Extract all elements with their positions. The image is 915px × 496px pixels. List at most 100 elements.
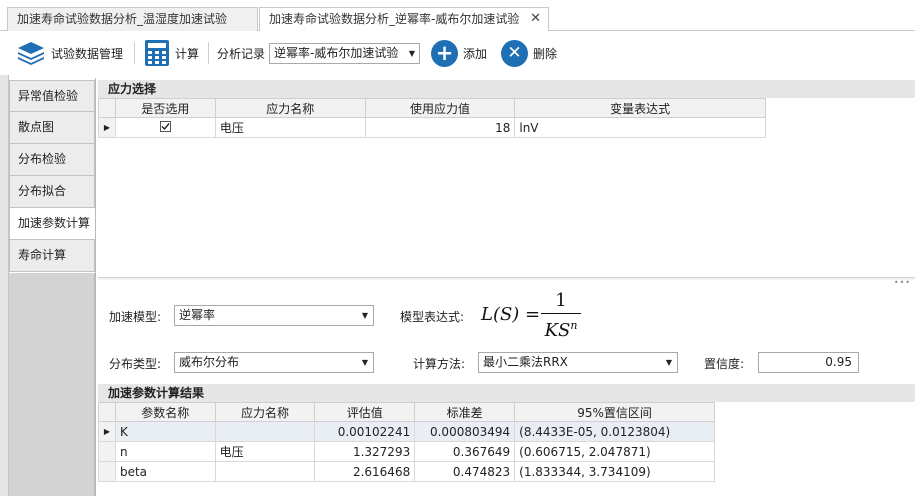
stress-name-cell[interactable]: 电压: [214, 117, 366, 138]
method-label: 计算方法:: [413, 357, 466, 371]
std-cell[interactable]: 0.000803494: [414, 421, 516, 442]
formula-denominator: KSn: [541, 315, 581, 342]
chevron-down-icon: ▼: [361, 358, 368, 367]
model-formula: L(S) = 1 KSn: [481, 290, 591, 341]
param-name-cell[interactable]: beta: [114, 461, 216, 482]
nav-empty-area: [9, 273, 95, 496]
column-header[interactable]: 评估值: [314, 402, 416, 422]
ci-cell[interactable]: (0.606715, 2.047871): [514, 441, 715, 462]
formula-lhs: L(S) =: [481, 304, 541, 325]
table-row[interactable]: ▶ 电压 18 lnV: [98, 117, 766, 138]
fraction-bar: [541, 313, 581, 314]
row-indicator-icon: ▶: [98, 421, 116, 442]
nav-item-life-calculation[interactable]: 寿命计算: [9, 240, 95, 272]
column-header[interactable]: 95%置信区间: [514, 402, 715, 422]
calculate-button[interactable]: 计算: [144, 31, 199, 75]
tab-label: 加速寿命试验数据分析_逆幂率-威布尔加速试验: [269, 12, 520, 26]
method-value: 最小二乘法RRX: [483, 355, 568, 369]
nav-item-distribution-test[interactable]: 分布检验: [9, 144, 95, 176]
formula-numerator: 1: [555, 290, 567, 311]
column-header[interactable]: 变量表达式: [514, 98, 766, 118]
confidence-label: 置信度:: [704, 357, 745, 371]
manage-data-button[interactable]: 试验数据管理: [16, 31, 123, 75]
ci-cell[interactable]: (8.4433E-05, 0.0123804): [514, 421, 715, 442]
tab-inverse-power-test[interactable]: 加速寿命试验数据分析_逆幂率-威布尔加速试验 ✕: [259, 7, 549, 32]
row-indicator-header: [98, 402, 116, 422]
expression-label: 模型表达式:: [400, 310, 465, 324]
model-label: 加速模型:: [109, 310, 162, 324]
column-header[interactable]: 应力名称: [214, 98, 366, 118]
std-cell[interactable]: 0.474823: [414, 461, 516, 482]
table-row[interactable]: ▶ K 0.00102241 0.000803494 (8.4433E-05, …: [98, 421, 715, 442]
row-indicator: [98, 441, 116, 462]
row-indicator-header: [98, 98, 116, 118]
column-header[interactable]: 标准差: [414, 402, 516, 422]
stress-name-cell[interactable]: [214, 461, 316, 482]
row-indicator-icon: ▶: [98, 117, 116, 138]
nav-item-label: 分布检验: [18, 152, 67, 166]
column-header[interactable]: 使用应力值: [364, 98, 516, 118]
toolbar: 试验数据管理 计算 分析记录 逆幂率-威布尔加速试验 ▼ + 添加 ✕ 删除: [0, 31, 915, 75]
analysis-record-label: 分析记录: [217, 46, 266, 61]
nav-item-acceleration-params[interactable]: 加速参数计算: [9, 208, 95, 240]
std-cell[interactable]: 0.367649: [414, 441, 516, 462]
checkbox-checked-icon: [159, 120, 171, 132]
add-button[interactable]: + 添加: [431, 31, 487, 75]
manage-data-label: 试验数据管理: [51, 46, 124, 61]
nav-item-outlier-test[interactable]: 异常值检验: [9, 80, 95, 112]
confidence-input[interactable]: 0.95: [758, 352, 859, 373]
layers-icon: [16, 40, 46, 66]
stress-table: 是否选用 应力名称 使用应力值 变量表达式 ▶ 电压 18 lnV: [98, 98, 766, 138]
nav-item-scatter-plot[interactable]: 散点图: [9, 112, 95, 144]
column-header[interactable]: 是否选用: [114, 98, 216, 118]
distribution-label: 分布类型:: [109, 357, 162, 371]
param-name-cell[interactable]: K: [114, 421, 216, 442]
row-indicator: [98, 461, 116, 482]
selected-checkbox[interactable]: [114, 117, 216, 138]
column-header[interactable]: 应力名称: [214, 402, 316, 422]
toolbar-separator: [134, 42, 135, 64]
stress-section-title: 应力选择: [98, 80, 915, 98]
left-edge-bar: [0, 75, 9, 496]
results-section-title: 加速参数计算结果: [98, 384, 915, 402]
distribution-value: 威布尔分布: [179, 355, 240, 369]
nav-item-label: 异常值检验: [18, 89, 79, 103]
nav-item-label: 分布拟合: [18, 184, 67, 198]
method-select[interactable]: 最小二乘法RRX ▼: [478, 352, 678, 373]
nav-item-label: 加速参数计算: [18, 216, 91, 230]
analysis-record-select[interactable]: 逆幂率-威布尔加速试验 ▼: [269, 43, 420, 64]
param-name-cell[interactable]: n: [114, 441, 216, 462]
panel-splitter[interactable]: [98, 277, 915, 280]
table-header-row: 是否选用 应力名称 使用应力值 变量表达式: [98, 98, 766, 118]
table-row[interactable]: beta 2.616468 0.474823 (1.833344, 3.7341…: [98, 461, 715, 482]
close-icon[interactable]: ✕: [530, 8, 541, 30]
delete-label: 删除: [533, 46, 558, 61]
table-row[interactable]: n 电压 1.327293 0.367649 (0.606715, 2.0478…: [98, 441, 715, 462]
formula-den-base: KS: [544, 320, 571, 341]
stress-name-cell[interactable]: 电压: [214, 441, 316, 462]
nav-item-distribution-fit[interactable]: 分布拟合: [9, 176, 95, 208]
analysis-record-value: 逆幂率-威布尔加速试验: [274, 46, 399, 60]
stress-value-cell[interactable]: 18: [364, 117, 516, 138]
formula-fraction: 1 KSn: [541, 290, 581, 342]
estimate-cell[interactable]: 2.616468: [314, 461, 416, 482]
stress-name-cell[interactable]: [214, 421, 316, 442]
ci-cell[interactable]: (1.833344, 3.734109): [514, 461, 715, 482]
side-navigation: 异常值检验 散点图 分布检验 分布拟合 加速参数计算 寿命计算: [9, 80, 95, 272]
nav-item-label: 寿命计算: [18, 248, 67, 262]
chevron-down-icon: ▼: [361, 311, 368, 320]
model-select[interactable]: 逆幂率 ▼: [174, 305, 374, 326]
main-panel: 应力选择 是否选用 应力名称 使用应力值 变量表达式 ▶ 电压 18 lnV •…: [95, 78, 915, 496]
estimate-cell[interactable]: 0.00102241: [314, 421, 416, 442]
tab-humidity-test[interactable]: 加速寿命试验数据分析_温湿度加速试验: [7, 7, 258, 31]
tab-label: 加速寿命试验数据分析_温湿度加速试验: [17, 12, 228, 26]
distribution-select[interactable]: 威布尔分布 ▼: [174, 352, 374, 373]
calculator-icon: [144, 39, 170, 67]
stress-expr-cell[interactable]: lnV: [514, 117, 766, 138]
chevron-down-icon: ▼: [665, 358, 672, 367]
delete-button[interactable]: ✕ 删除: [501, 31, 557, 75]
document-tabs: 加速寿命试验数据分析_温湿度加速试验 加速寿命试验数据分析_逆幂率-威布尔加速试…: [0, 0, 915, 32]
column-header[interactable]: 参数名称: [114, 402, 216, 422]
table-header-row: 参数名称 应力名称 评估值 标准差 95%置信区间: [98, 402, 715, 422]
estimate-cell[interactable]: 1.327293: [314, 441, 416, 462]
